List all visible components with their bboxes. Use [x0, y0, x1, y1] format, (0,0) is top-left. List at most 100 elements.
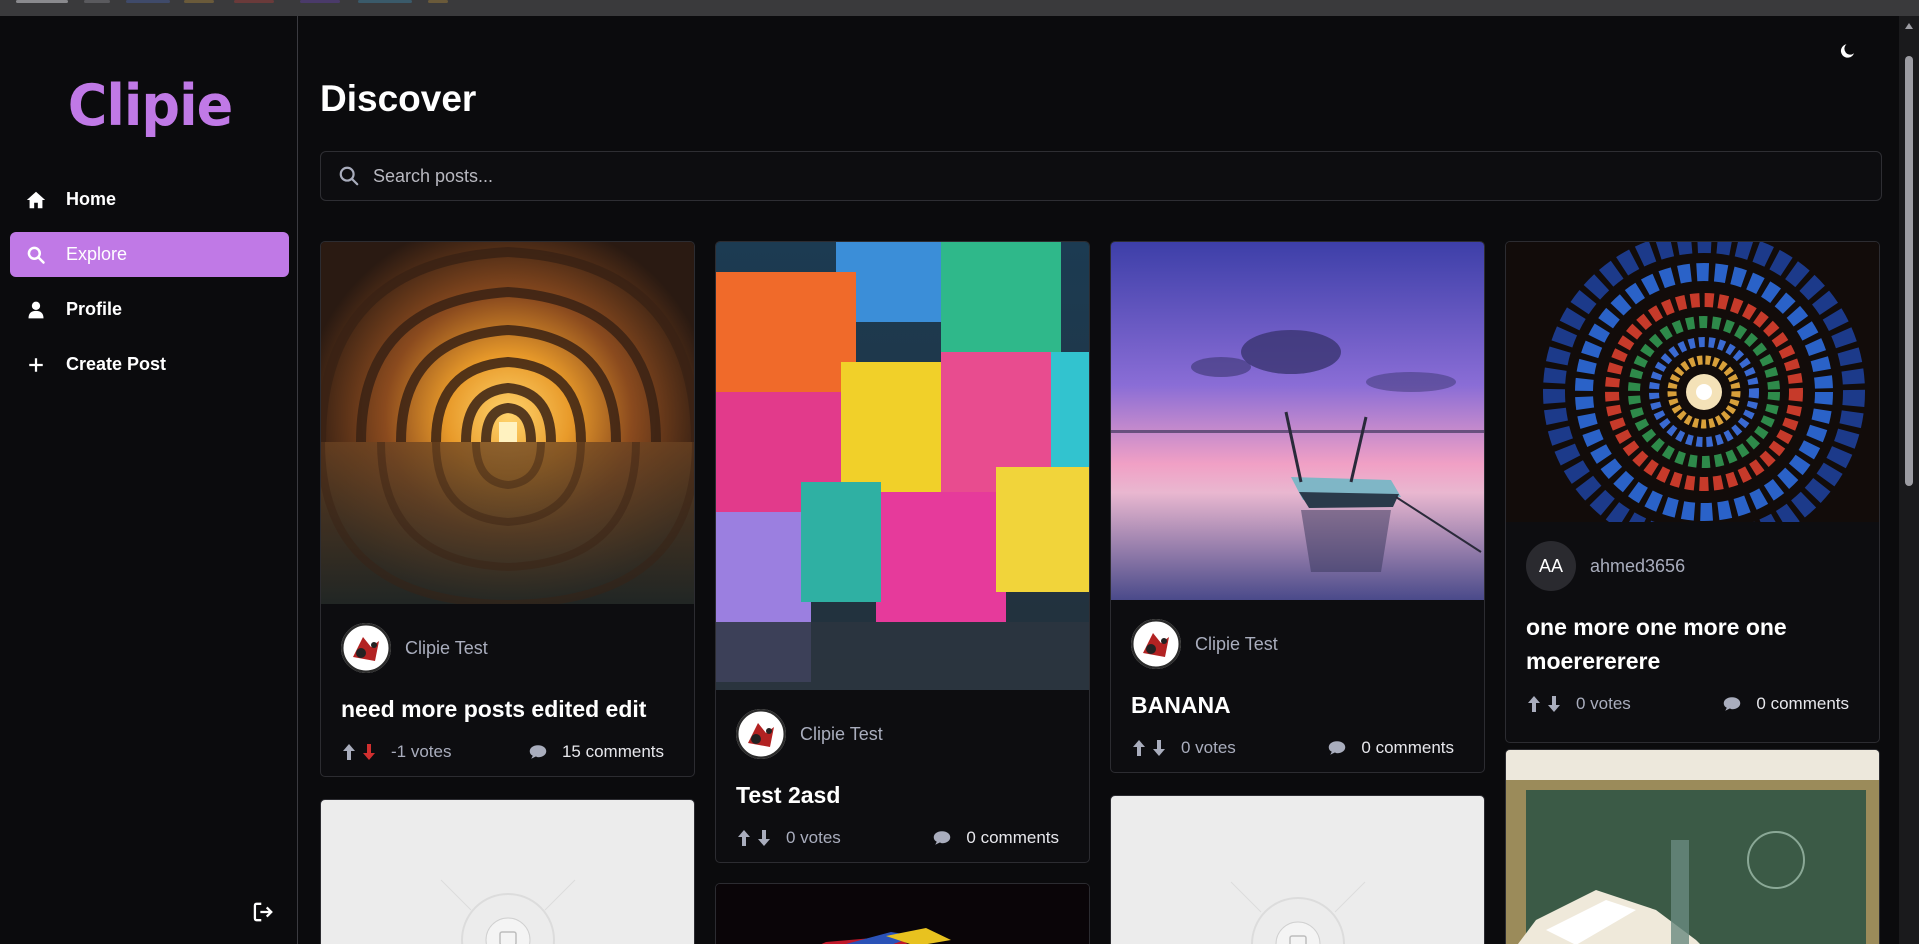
comment-count: 15 comments	[561, 742, 664, 761]
sidebar-item-explore[interactable]: Explore	[10, 232, 289, 277]
browser-tab[interactable]	[16, 0, 68, 3]
arrow-down-icon	[1153, 740, 1165, 756]
sidebar-item-label: Explore	[66, 244, 128, 264]
post-image[interactable]	[716, 242, 1089, 690]
downvote-button[interactable]	[1546, 694, 1562, 714]
avatar	[341, 623, 391, 673]
author-name: Clipie Test	[800, 723, 883, 744]
vote-controls: 0 votes	[736, 828, 841, 848]
vote-controls: -1 votes	[341, 742, 451, 762]
downvote-button[interactable]	[361, 742, 377, 762]
post-stats: 0 votes 0 comments	[1131, 732, 1464, 764]
search-icon	[24, 243, 48, 267]
post-card[interactable]: Clipie Test Test 2asd 0 votes 0 comments	[715, 241, 1090, 863]
comments-link[interactable]: 15 comments	[528, 742, 674, 762]
post-stats: 0 votes 0 comments	[1526, 688, 1859, 720]
image-placeholder-icon	[1230, 881, 1366, 944]
arrow-up-icon	[343, 744, 355, 760]
browser-tab[interactable]	[126, 0, 170, 3]
post-meta: Clipie Test need more posts edited edit …	[321, 604, 694, 768]
post-author[interactable]: Clipie Test	[1131, 618, 1464, 670]
upvote-button[interactable]	[341, 742, 357, 762]
post-author[interactable]: AA ahmed3656	[1526, 540, 1859, 592]
browser-tab[interactable]	[84, 0, 110, 3]
browser-tab[interactable]	[428, 0, 448, 3]
post-image[interactable]	[321, 242, 694, 604]
sidebar-item-label: Profile	[66, 299, 123, 319]
browser-top-strip	[0, 0, 1919, 16]
logout-button[interactable]	[251, 901, 277, 927]
arrow-up-icon	[1133, 740, 1145, 756]
post-image[interactable]	[716, 884, 1090, 944]
scrollbar-thumb[interactable]	[1905, 56, 1913, 486]
vote-count: 0 votes	[1576, 694, 1631, 713]
search-bar	[320, 151, 1882, 201]
author-name: Clipie Test	[1195, 633, 1278, 654]
search-input[interactable]	[373, 165, 1773, 187]
post-title[interactable]: Test 2asd	[736, 778, 1069, 812]
sidebar-item-create-post[interactable]: Create Post	[10, 342, 289, 387]
comments-link[interactable]: 0 comments	[1327, 738, 1464, 758]
comment-icon	[1722, 694, 1742, 714]
page-scrollbar[interactable]	[1899, 16, 1919, 944]
post-card[interactable]	[320, 799, 695, 944]
app-logo[interactable]: Clipie	[64, 66, 236, 144]
post-meta: Clipie Test Test 2asd 0 votes 0 comments	[716, 690, 1089, 854]
home-icon	[24, 188, 48, 212]
upvote-button[interactable]	[736, 828, 752, 848]
avatar: AA	[1526, 541, 1576, 591]
post-card[interactable]: Clipie Test BANANA 0 votes 0 comments	[1110, 241, 1485, 773]
arrow-up-icon	[1528, 696, 1540, 712]
post-image[interactable]	[1111, 242, 1484, 600]
post-card[interactable]: Clipie Test need more posts edited edit …	[320, 241, 695, 777]
comments-link[interactable]: 0 comments	[1722, 694, 1859, 714]
comment-icon	[528, 742, 548, 762]
upvote-button[interactable]	[1131, 738, 1147, 758]
arrow-up-icon	[738, 830, 750, 846]
sidebar-item-home[interactable]: Home	[10, 177, 289, 222]
browser-tab[interactable]	[358, 0, 412, 3]
post-author[interactable]: Clipie Test	[341, 622, 674, 674]
comment-count: 0 comments	[966, 828, 1059, 847]
upvote-button[interactable]	[1526, 694, 1542, 714]
sidebar: Clipie Home Explore Profile Create Post	[0, 16, 298, 944]
sidebar-nav: Home Explore Profile Create Post	[10, 177, 289, 397]
browser-tab[interactable]	[234, 0, 274, 3]
avatar	[736, 709, 786, 759]
author-name: ahmed3656	[1590, 555, 1686, 576]
post-image[interactable]	[1506, 750, 1880, 944]
downvote-button[interactable]	[756, 828, 772, 848]
post-title[interactable]: one more one more one moerererere	[1526, 610, 1859, 678]
user-icon	[24, 298, 48, 322]
scroll-up-arrow-icon	[1905, 23, 1913, 29]
logo-text: Clipie	[67, 71, 233, 139]
search-icon	[337, 164, 361, 188]
downvote-button[interactable]	[1151, 738, 1167, 758]
theme-toggle-button[interactable]	[1835, 40, 1861, 66]
post-author[interactable]: Clipie Test	[736, 708, 1069, 760]
browser-tab[interactable]	[184, 0, 214, 3]
post-title[interactable]: need more posts edited edit	[341, 692, 674, 726]
sidebar-item-profile[interactable]: Profile	[10, 287, 289, 332]
comment-count: 0 comments	[1756, 694, 1849, 713]
vote-controls: 0 votes	[1526, 694, 1631, 714]
vote-count: 0 votes	[786, 828, 841, 847]
plus-icon	[24, 353, 48, 377]
post-title[interactable]: BANANA	[1131, 688, 1464, 722]
post-card[interactable]	[1110, 795, 1485, 944]
post-meta: Clipie Test BANANA 0 votes 0 comments	[1111, 600, 1484, 764]
post-card[interactable]	[1505, 749, 1880, 944]
post-image[interactable]	[1506, 242, 1879, 522]
vote-count: -1 votes	[391, 742, 452, 761]
browser-tab[interactable]	[300, 0, 340, 3]
sidebar-item-label: Create Post	[66, 354, 167, 374]
arrow-down-icon	[1548, 696, 1560, 712]
comment-icon	[932, 828, 952, 848]
post-meta: AA ahmed3656 one more one more one moere…	[1506, 522, 1879, 720]
comments-link[interactable]: 0 comments	[932, 828, 1069, 848]
post-stats: 0 votes 0 comments	[736, 822, 1069, 854]
arrow-down-icon	[758, 830, 770, 846]
post-card[interactable]	[715, 883, 1090, 944]
post-card[interactable]: AA ahmed3656 one more one more one moere…	[1505, 241, 1880, 743]
main-content: Discover Search posts... Clipie Test nee…	[299, 16, 1899, 944]
